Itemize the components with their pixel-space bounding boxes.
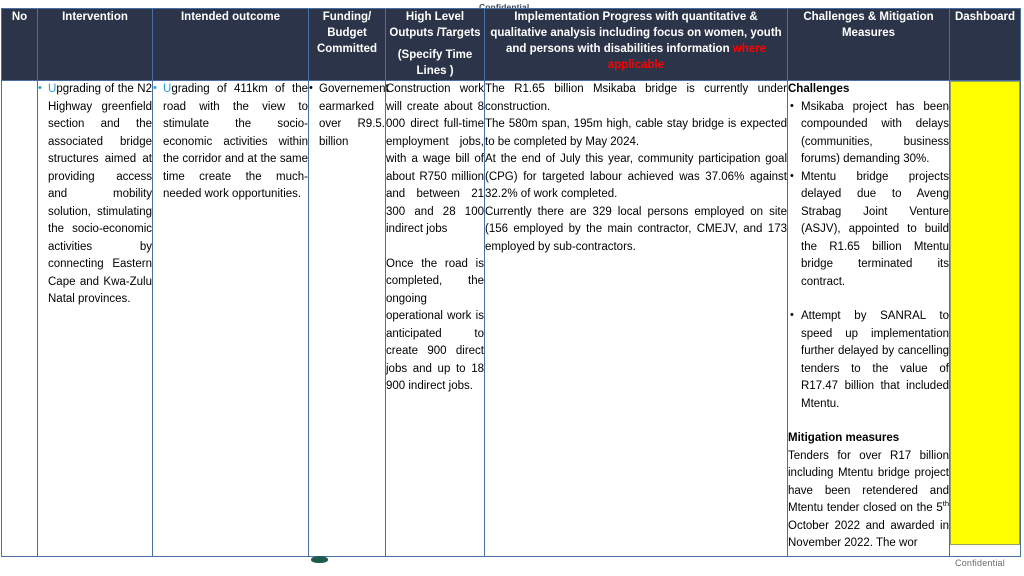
header-outputs-line4: Lines ) <box>416 65 454 77</box>
header-intended-outcome: Intended outcome <box>152 8 309 81</box>
outputs-paragraph-1: Construction work will create about 8 00… <box>386 83 484 235</box>
header-funding-budget-committed: Funding/ Budget Committed <box>308 8 386 81</box>
header-funding-line2: Budget <box>327 27 367 39</box>
cell-high-level-outputs: Construction work will create about 8 00… <box>385 80 485 557</box>
header-challenges-mitigation: Challenges & Mitigation Measures <box>787 8 950 81</box>
challenges-spacer-2 <box>788 413 949 430</box>
mitigation-ordinal-suffix: th <box>942 499 949 509</box>
cell-no <box>1 80 38 557</box>
funding-bullet: Governement earmarked over R9.5. billion <box>309 80 389 151</box>
mitigation-text-part-a: Tenders for over R17 billion including M… <box>788 449 949 515</box>
mitigation-text: Tenders for over R17 billion including M… <box>788 448 949 553</box>
cell-implementation-progress: The R1.65 billion Msikaba bridge is curr… <box>484 80 788 557</box>
outcome-text: grading of 411km of the road with the vi… <box>163 83 308 200</box>
mitigation-text-part-b: October 2022 and awarded in November 202… <box>788 519 949 550</box>
decorative-green-shape <box>311 556 328 563</box>
header-funding-line1: Funding/ <box>322 11 372 23</box>
challenge-bullet-2: Mtentu bridge projects delayed due to Av… <box>788 168 949 292</box>
progress-table: No Intervention Intended outcome Funding… <box>1 8 1021 557</box>
outcome-bullet: Ugrading of 411km of the road with the v… <box>153 80 308 204</box>
progress-paragraph-1: The R1.65 billion Msikaba bridge is curr… <box>485 83 787 113</box>
progress-paragraph-2: The 580m span, 195m high, cable stay bri… <box>485 118 787 148</box>
header-funding-line3: Committed <box>316 43 378 55</box>
challenges-heading: Challenges <box>788 83 850 95</box>
header-outputs-line2: Outputs /Targets <box>389 27 481 39</box>
challenge-bullet-1: Msikaba project has been compounded with… <box>788 98 949 169</box>
dashboard-status-swatch <box>950 81 1020 545</box>
header-implementation-progress: Implementation Progress with quantitativ… <box>484 8 788 81</box>
progress-paragraph-3: At the end of July this year, community … <box>485 153 787 200</box>
header-intervention: Intervention <box>37 8 153 81</box>
header-no: No <box>1 8 38 81</box>
challenges-spacer-1 <box>788 291 949 308</box>
cell-intervention: Upgrading of the N2 Highway greenfield s… <box>37 80 153 557</box>
mitigation-heading: Mitigation measures <box>788 432 900 444</box>
header-outputs-line1: High Level <box>405 11 465 23</box>
confidential-marker-bottom: Confidential <box>955 558 1005 568</box>
outputs-paragraph-2: Once the road is completed, the ongoing … <box>386 257 484 393</box>
intervention-bullet: Upgrading of the N2 Highway greenfield s… <box>38 80 152 309</box>
cell-funding-budget: Governement earmarked over R9.5. billion <box>308 80 389 557</box>
table-row: Upgrading of the N2 Highway greenfield s… <box>1 80 1021 557</box>
table-header-row: No Intervention Intended outcome Funding… <box>1 8 1021 81</box>
cell-dashboard <box>949 80 1021 557</box>
outputs-spacer <box>386 239 484 256</box>
header-outputs-line3: (Specify Time <box>397 49 473 61</box>
header-dashboard: Dashboard <box>949 8 1021 81</box>
challenge-bullet-3: Attempt by SANRAL to speed up implementa… <box>788 307 949 413</box>
slide-canvas: Confidential No Intervention Intended ou… <box>0 0 1024 576</box>
progress-paragraph-4: Currently there are 329 local persons em… <box>485 205 787 253</box>
intervention-text: pgrading of the N2 Highway greenfield se… <box>48 83 152 305</box>
header-high-level-outputs: High Level Outputs /Targets (Specify Tim… <box>385 8 485 81</box>
cell-challenges-mitigation: Challenges Msikaba project has been comp… <box>787 80 950 557</box>
cell-intended-outcome: Ugrading of 411km of the road with the v… <box>152 80 309 557</box>
